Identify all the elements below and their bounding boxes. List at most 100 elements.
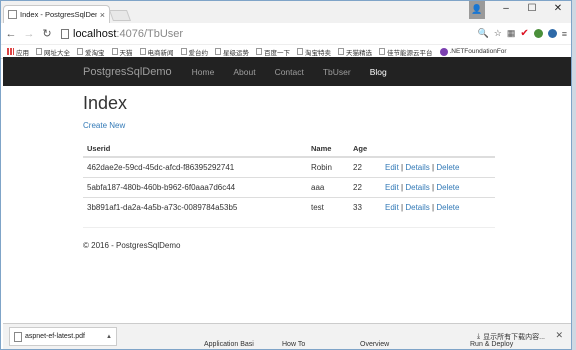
browser-toolbar: ← → ↻ localhost:4076/TbUser 🔍 ☆ ▦ ✔ ≡ xyxy=(1,23,571,45)
page-title: Index xyxy=(83,93,128,113)
cell-userid: 462dae2e-59cd-45dc-afcd-f86395292741 xyxy=(83,156,307,177)
bookmark-item[interactable]: 星级运势 xyxy=(215,47,249,57)
reload-button[interactable]: ↻ xyxy=(41,27,53,40)
back-button[interactable]: ← xyxy=(5,28,17,40)
header-actions xyxy=(381,140,495,158)
bookmark-page-icon xyxy=(215,48,221,55)
cell-name: aaa xyxy=(307,176,349,197)
bookmark-page-icon xyxy=(111,48,118,55)
action-separator: | xyxy=(401,162,404,172)
bookmark-page-icon xyxy=(256,48,262,55)
edit-link[interactable]: Edit xyxy=(385,203,399,212)
users-table: Userid Name Age 462dae2e-59cd-45dc-afcd-… xyxy=(83,140,495,217)
minimize-button[interactable]: – xyxy=(493,1,519,19)
create-new-link[interactable]: Create New xyxy=(83,121,125,130)
bookmark-item[interactable]: 佳节能源云平台 xyxy=(379,47,433,57)
delete-link[interactable]: Delete xyxy=(436,203,459,212)
delete-link[interactable]: Delete xyxy=(436,163,459,172)
bookmark-page-icon xyxy=(338,48,344,55)
browser-tab[interactable]: Index - PostgresSqlDemo × xyxy=(3,5,110,23)
page-favicon-icon xyxy=(8,10,17,19)
edit-link[interactable]: Edit xyxy=(385,163,399,172)
apps-icon xyxy=(7,48,14,55)
bookmark-item[interactable]: 淘宝特卖 xyxy=(297,47,331,57)
bookmark-item[interactable]: 爱台约 xyxy=(180,47,208,57)
bookmark-item[interactable]: 网址大全 xyxy=(36,47,70,57)
window-controls: 👤 – ☐ ✕ xyxy=(469,1,571,19)
tab-close-icon[interactable]: × xyxy=(100,10,105,20)
page-info-icon[interactable] xyxy=(61,28,69,39)
extension-shield-icon[interactable]: ✔ xyxy=(520,28,528,39)
bookmark-item[interactable]: .NETFoundationFor xyxy=(439,47,507,56)
details-link[interactable]: Details xyxy=(405,183,429,192)
bookmark-page-icon xyxy=(297,48,303,55)
bookmark-page-icon xyxy=(379,48,385,55)
cell-actions: Edit | Details | Delete xyxy=(381,156,495,177)
bookmark-page-icon xyxy=(77,48,83,55)
cell-actions: Edit | Details | Delete xyxy=(381,196,495,217)
header-age: Age xyxy=(349,140,381,158)
address-bar[interactable]: localhost:4076/TbUser xyxy=(59,26,472,42)
details-link[interactable]: Details xyxy=(405,163,429,172)
tab-strip: Index - PostgresSqlDemo × 👤 – ☐ ✕ xyxy=(1,1,571,23)
profile-icon[interactable]: 👤 xyxy=(469,1,485,19)
cell-name: test xyxy=(307,196,349,217)
rss-icon[interactable]: ▦ xyxy=(507,28,516,39)
cell-age: 33 xyxy=(349,196,381,217)
bookmark-page-icon xyxy=(36,48,42,55)
bookmark-item[interactable]: 天猫精选 xyxy=(338,47,372,57)
site-brand[interactable]: PostgresSqlDemo xyxy=(83,66,172,78)
bookmark-apps[interactable]: 应用 xyxy=(7,47,29,57)
edit-link[interactable]: Edit xyxy=(385,183,399,192)
new-tab-button[interactable] xyxy=(108,10,132,21)
bookmark-item[interactable]: 天猫 xyxy=(111,47,133,57)
site-nav-links: Home About Contact TbUser Blog xyxy=(192,67,387,77)
bookmark-item[interactable]: 百度一下 xyxy=(256,47,290,57)
pdf-file-icon xyxy=(14,331,22,342)
cell-userid: 3b891af1-da2a-4a5b-a73c-0089784a53b5 xyxy=(83,196,307,217)
nav-about[interactable]: About xyxy=(233,67,255,77)
extension-blue-icon[interactable] xyxy=(547,29,557,38)
main-content: Index Create New Userid Name Age 462dae2… xyxy=(83,93,495,217)
menu-icon[interactable]: ≡ xyxy=(562,29,567,39)
details-link[interactable]: Details xyxy=(405,203,429,212)
nav-blog[interactable]: Blog xyxy=(370,67,387,77)
background-text: Overview xyxy=(360,341,390,348)
download-filename: aspnet-ef-latest.pdf xyxy=(25,333,85,340)
zoom-icon[interactable]: 🔍 xyxy=(478,28,489,39)
chevron-down-icon[interactable]: ▲ xyxy=(106,334,116,340)
action-separator: | xyxy=(401,202,404,212)
nav-tbuser[interactable]: TbUser xyxy=(323,67,351,77)
cell-actions: Edit | Details | Delete xyxy=(381,176,495,197)
maximize-button[interactable]: ☐ xyxy=(519,1,545,19)
close-download-bar-icon[interactable]: ✕ xyxy=(555,330,563,341)
download-icon: ⤓ xyxy=(477,333,481,340)
bookmark-page-icon xyxy=(139,48,146,55)
close-window-button[interactable]: ✕ xyxy=(545,1,571,19)
table-header-row: Userid Name Age xyxy=(83,140,495,158)
extension-green-icon[interactable] xyxy=(533,29,543,38)
background-text: Run & Deploy xyxy=(470,341,514,348)
table-row: 5abfa187-480b-460b-b962-6f0aaa7d6c44 aaa… xyxy=(83,176,495,197)
action-separator: | xyxy=(401,182,404,192)
page-footer: © 2016 - PostgresSqlDemo xyxy=(83,241,181,250)
action-separator: | xyxy=(432,162,435,172)
action-separator: | xyxy=(432,182,435,192)
footer-divider xyxy=(83,227,495,228)
nav-home[interactable]: Home xyxy=(192,67,215,77)
toolbar-icons: 🔍 ☆ ▦ ✔ ≡ xyxy=(478,28,567,39)
cell-age: 22 xyxy=(349,156,381,177)
download-item[interactable]: aspnet-ef-latest.pdf ▲ xyxy=(9,327,117,346)
forward-button[interactable]: → xyxy=(23,28,35,40)
nav-contact[interactable]: Contact xyxy=(275,67,304,77)
bookmark-star-icon[interactable]: ☆ xyxy=(494,28,502,39)
tab-title: Index - PostgresSqlDemo xyxy=(20,10,97,19)
cell-name: Robin xyxy=(307,156,349,177)
delete-link[interactable]: Delete xyxy=(436,183,459,192)
background-text: How To xyxy=(282,341,306,348)
bookmark-page-icon xyxy=(180,48,187,55)
dotnet-icon xyxy=(439,47,448,56)
bookmark-item[interactable]: 爱淘宝 xyxy=(77,47,105,57)
bookmark-item[interactable]: 电商新闻 xyxy=(139,47,174,57)
action-separator: | xyxy=(432,202,435,212)
